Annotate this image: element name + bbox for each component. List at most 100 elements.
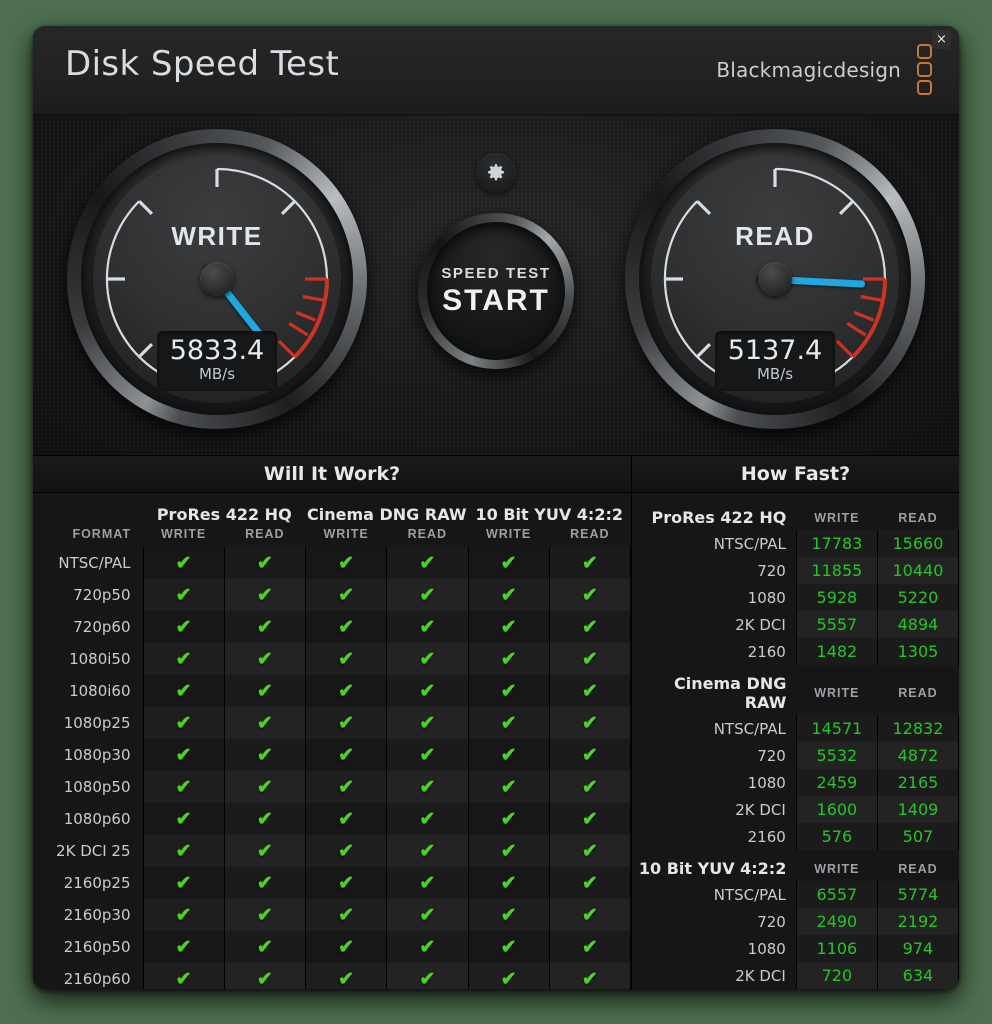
compatibility-cell: ✔ — [142, 547, 225, 579]
subheader-write-2: WRITE — [485, 527, 532, 541]
subheader-read-2: READ — [570, 527, 610, 541]
compatibility-cell: ✔ — [467, 963, 550, 989]
check-icon: ✔ — [175, 840, 192, 862]
section-codec-label: 10 Bit YUV 4:2:2 — [638, 859, 787, 878]
check-icon: ✔ — [581, 840, 598, 862]
compatibility-cell: ✔ — [548, 803, 632, 835]
check-icon: ✔ — [500, 616, 517, 638]
check-icon: ✔ — [581, 744, 598, 766]
compatibility-cell: ✔ — [304, 771, 387, 803]
check-icon: ✔ — [581, 552, 598, 574]
check-icon: ✔ — [581, 776, 598, 798]
table-row: 720p50 ✔ ✔ ✔ ✔ ✔ ✔ — [33, 579, 632, 611]
section-codec-label: ProRes 422 HQ — [651, 508, 787, 527]
compatibility-cell: ✔ — [386, 739, 468, 771]
check-icon: ✔ — [338, 648, 355, 670]
check-icon: ✔ — [419, 744, 436, 766]
write-speed-value: 1106 — [795, 935, 878, 962]
settings-button[interactable] — [476, 153, 516, 193]
check-icon: ✔ — [338, 552, 355, 574]
resolution-label: 720 — [757, 561, 786, 580]
table-row: 2160p50 ✔ ✔ ✔ ✔ ✔ ✔ — [33, 931, 632, 963]
compatibility-cell: ✔ — [467, 643, 550, 675]
table-row: 1080p25 ✔ ✔ ✔ ✔ ✔ ✔ — [33, 707, 632, 739]
compatibility-cell: ✔ — [223, 867, 306, 899]
write-gauge-label: WRITE — [171, 221, 263, 251]
check-icon: ✔ — [175, 808, 192, 830]
check-icon: ✔ — [419, 872, 436, 894]
compatibility-cell: ✔ — [223, 579, 306, 611]
compatibility-cell: ✔ — [467, 611, 550, 643]
check-icon: ✔ — [175, 872, 192, 894]
format-label: 1080p25 — [63, 714, 131, 732]
section-subheader: WRITE — [814, 686, 860, 700]
compatibility-cell: ✔ — [223, 739, 306, 771]
resolution-label: 1080 — [747, 773, 786, 792]
table-row: 1080 2459 2165 — [632, 769, 959, 796]
write-speed-value: 2490 — [795, 908, 878, 935]
how-fast-title: How Fast? — [632, 456, 959, 493]
check-icon: ✔ — [256, 904, 273, 926]
format-label: 1080p50 — [63, 778, 131, 796]
compatibility-cell: ✔ — [223, 803, 306, 835]
check-icon: ✔ — [175, 776, 192, 798]
check-icon: ✔ — [256, 776, 273, 798]
resolution-label: 2K DCI — [735, 615, 786, 634]
compatibility-cell: ✔ — [386, 931, 468, 963]
resolution-label: 720 — [757, 746, 786, 765]
table-row: NTSC/PAL 6557 5774 — [632, 881, 959, 908]
compatibility-cell: ✔ — [386, 835, 468, 867]
will-it-work-table: FORMAT ProRes 422 HQ Cinema DNG RAW 10 B… — [33, 497, 632, 989]
resolution-label: 2K DCI — [735, 966, 786, 985]
table-row: 1080 1106 974 — [632, 935, 959, 962]
compatibility-cell: ✔ — [304, 611, 387, 643]
compatibility-cell: ✔ — [304, 963, 387, 989]
how-fast-panel: How Fast? ProRes 422 HQ WRITE READ NTSC/PAL… — [632, 456, 959, 989]
compatibility-cell: ✔ — [142, 739, 225, 771]
compatibility-cell: ✔ — [467, 931, 550, 963]
how-fast-table: ProRes 422 HQ WRITE READ NTSC/PAL 17783 15660… — [632, 499, 959, 989]
compatibility-cell: ✔ — [548, 899, 632, 931]
check-icon: ✔ — [581, 616, 598, 638]
read-speed-value: 5220 — [876, 584, 959, 611]
write-value: 5833.4 — [169, 335, 265, 366]
section-subheader: READ — [898, 861, 938, 876]
check-icon: ✔ — [256, 616, 273, 638]
section-subheader: WRITE — [814, 510, 860, 525]
check-icon: ✔ — [338, 936, 355, 958]
read-speed-value: 4872 — [876, 742, 959, 769]
check-icon: ✔ — [500, 840, 517, 862]
close-icon[interactable]: × — [932, 30, 951, 49]
check-icon: ✔ — [256, 840, 273, 862]
speed-test-start-button[interactable]: SPEED TEST START — [418, 213, 574, 369]
compatibility-cell: ✔ — [142, 579, 225, 611]
title-bar: Disk Speed Test Blackmagicdesign × — [33, 26, 959, 115]
check-icon: ✔ — [500, 648, 517, 670]
check-icon: ✔ — [500, 904, 517, 926]
blackmagic-logo-icon — [913, 44, 935, 102]
read-speed-value: 5774 — [876, 881, 959, 908]
check-icon: ✔ — [338, 904, 355, 926]
check-icon: ✔ — [256, 680, 273, 702]
format-label: 720p50 — [73, 586, 131, 604]
compatibility-cell: ✔ — [304, 675, 387, 707]
read-speed-value: 974 — [876, 935, 959, 962]
table-row: 2K DCI 720 634 — [632, 962, 959, 989]
compatibility-cell: ✔ — [304, 899, 387, 931]
compatibility-cell: ✔ — [467, 675, 550, 707]
resolution-label: 2K DCI — [735, 800, 786, 819]
table-row: 2160p60 ✔ ✔ ✔ ✔ ✔ ✔ — [33, 963, 632, 989]
compatibility-cell: ✔ — [142, 643, 225, 675]
compatibility-cell: ✔ — [142, 611, 225, 643]
check-icon: ✔ — [338, 744, 355, 766]
table-row: 1080i50 ✔ ✔ ✔ ✔ ✔ ✔ — [33, 643, 632, 675]
check-icon: ✔ — [175, 936, 192, 958]
compatibility-cell: ✔ — [467, 579, 550, 611]
check-icon: ✔ — [419, 712, 436, 734]
format-label: NTSC/PAL — [58, 554, 131, 572]
section-header-row: 10 Bit YUV 4:2:2 WRITE READ — [632, 850, 959, 881]
read-speed-value: 12832 — [876, 715, 959, 742]
check-icon: ✔ — [175, 712, 192, 734]
compatibility-cell: ✔ — [223, 963, 306, 989]
compatibility-cell: ✔ — [548, 611, 632, 643]
